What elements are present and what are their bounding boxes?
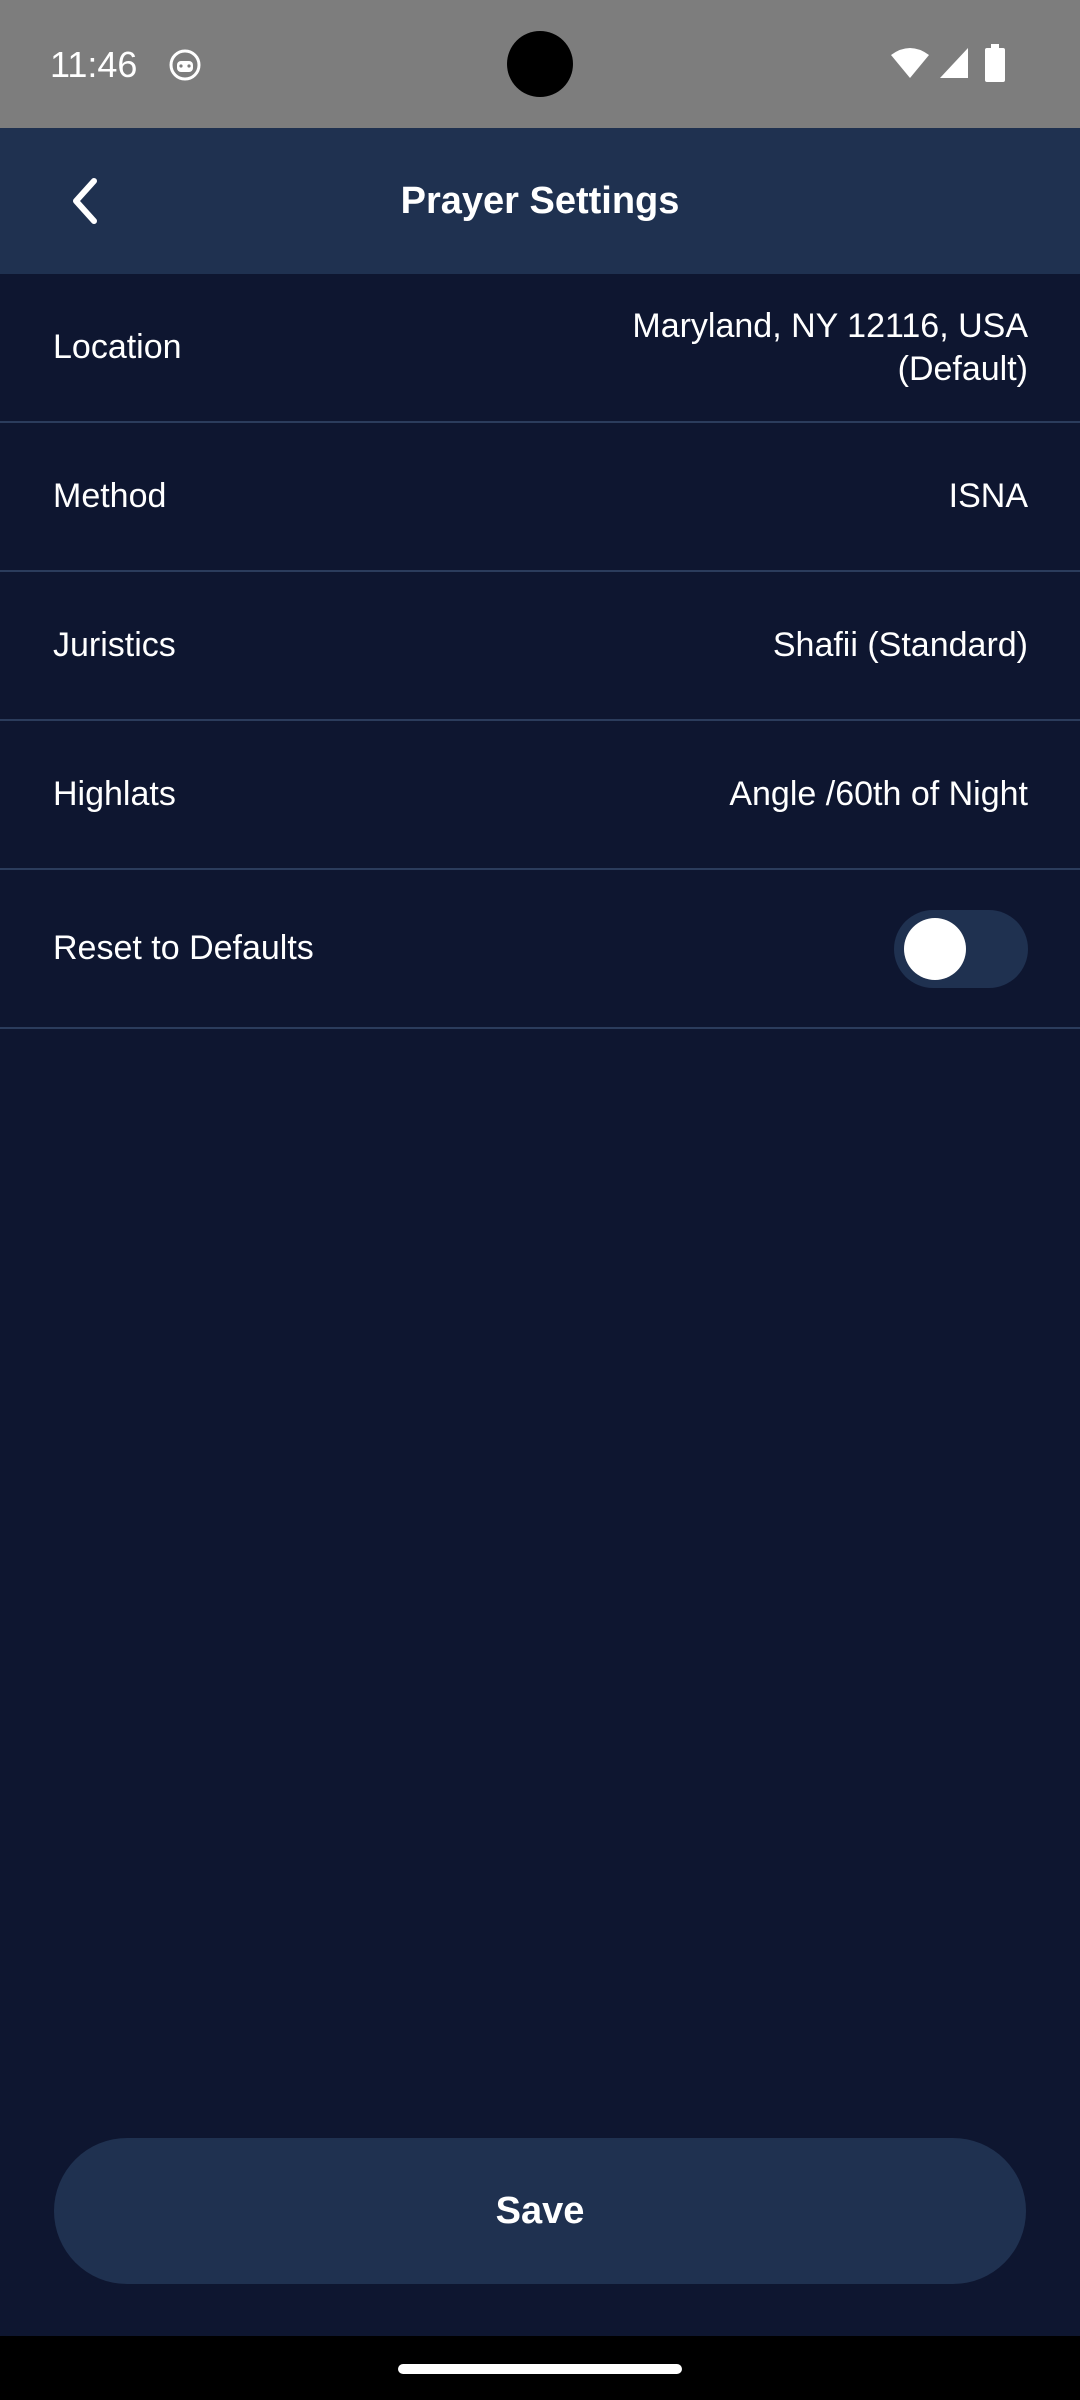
chevron-left-icon: [73, 178, 97, 224]
setting-row-location[interactable]: Location Maryland, NY 12116, USA (Defaul…: [0, 274, 1080, 423]
juristics-value: Shafii (Standard): [772, 626, 1028, 664]
status-time: 11:46: [50, 44, 138, 85]
page-title: Prayer Settings: [400, 180, 680, 222]
location-value-line2: (Default): [897, 349, 1028, 388]
reset-label: Reset to Defaults: [53, 929, 314, 967]
location-value-line1: Maryland, NY 12116, USA: [632, 306, 1028, 345]
juristics-label: Juristics: [53, 626, 176, 664]
location-value: Maryland, NY 12116, USA (Default): [632, 274, 1028, 421]
setting-row-reset: Reset to Defaults: [0, 870, 1080, 1029]
setting-row-juristics[interactable]: Juristics Shafii (Standard): [0, 572, 1080, 721]
battery-icon: [985, 44, 1005, 82]
camera-cutout: [507, 31, 573, 97]
back-button[interactable]: [48, 164, 122, 238]
setting-row-method[interactable]: Method ISNA: [0, 423, 1080, 572]
toggle-knob: [904, 918, 966, 980]
wifi-icon: [891, 48, 929, 78]
method-label: Method: [53, 477, 167, 515]
prayer-settings-screen: 11:46 Prayer Settings Location Maryland,…: [0, 0, 1080, 2400]
location-label: Location: [53, 328, 182, 366]
app-bar: Prayer Settings: [0, 128, 1080, 274]
android-debug-icon: [169, 49, 201, 81]
save-button[interactable]: Save: [54, 2138, 1026, 2284]
navigation-bar: [0, 2336, 1080, 2400]
status-bar: 11:46: [0, 0, 1080, 128]
reset-defaults-toggle[interactable]: [894, 910, 1028, 988]
highlats-value: Angle /60th of Night: [729, 775, 1028, 813]
setting-row-highlats[interactable]: Highlats Angle /60th of Night: [0, 721, 1080, 870]
cell-signal-icon: [940, 48, 968, 78]
highlats-label: Highlats: [53, 775, 176, 813]
method-value: ISNA: [948, 477, 1028, 515]
settings-list: Location Maryland, NY 12116, USA (Defaul…: [0, 274, 1080, 1029]
home-indicator[interactable]: [398, 2364, 682, 2374]
